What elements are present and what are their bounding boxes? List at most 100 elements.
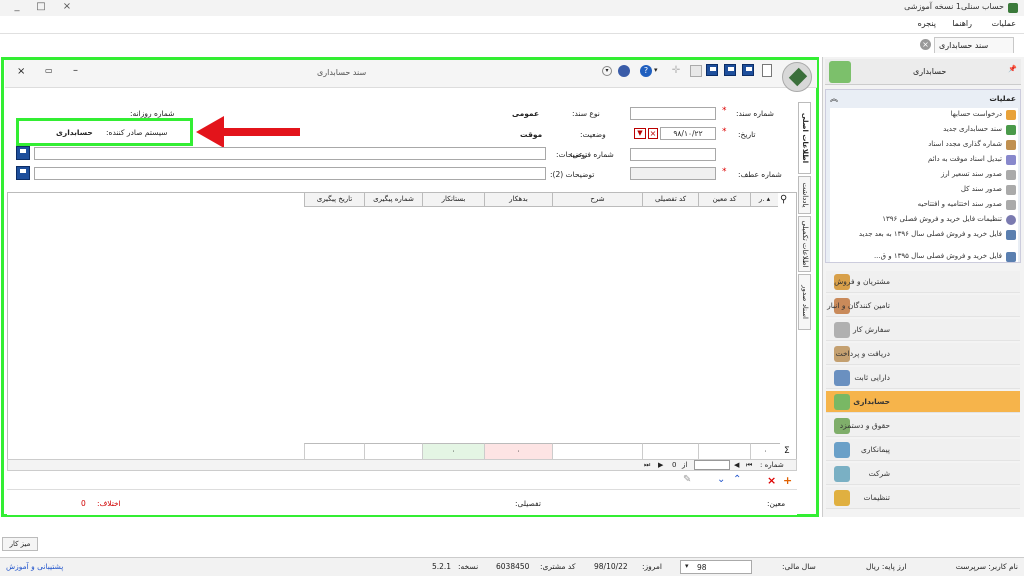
ops-item-request-accounts[interactable]: درخواست حسابها [832, 110, 1018, 120]
tab-issued-documents[interactable]: اسناد صدور [798, 274, 811, 330]
help-dropdown-icon[interactable]: ▾ [654, 66, 658, 74]
help-icon[interactable]: ? [640, 65, 652, 77]
description-input[interactable] [34, 147, 546, 160]
tab-accounting-voucher[interactable]: سند حسابداری [934, 37, 1014, 53]
grid-search-icon[interactable]: ⚲ [780, 194, 787, 205]
close-button[interactable]: × [60, 1, 74, 12]
maximize-button[interactable]: □ [34, 1, 48, 12]
sum-credit: ۰ [422, 443, 484, 459]
tab-label: سند حسابداری [939, 41, 989, 50]
ops-item-convert-permanent[interactable]: تبدیل اسناد موقت به دائم [832, 155, 1018, 165]
pager-page-input[interactable] [694, 460, 730, 470]
reference-number-input[interactable] [630, 167, 716, 180]
voucher-type-label: نوع سند: [572, 109, 600, 118]
add-row-icon[interactable]: + [783, 474, 792, 487]
nav-company[interactable]: شرکت [826, 463, 1020, 485]
pager-last-icon[interactable]: ⏭ [644, 461, 650, 470]
menu-window[interactable]: پنجره [918, 19, 936, 28]
description-save-icon[interactable] [16, 146, 30, 160]
pager-first-icon[interactable]: ⏮ [746, 461, 752, 470]
edit-row-icon[interactable]: ✎ [683, 474, 691, 485]
ops-item-icon [1006, 140, 1016, 150]
ops-item-general-voucher[interactable]: صدور سند کل [832, 185, 1018, 195]
ops-item-icon [1006, 155, 1016, 165]
column-tafsili-code[interactable]: کد تفصیلی [642, 193, 698, 207]
window-close-button[interactable]: × [17, 66, 25, 77]
voucher-number-input[interactable] [630, 107, 716, 120]
pin-icon[interactable]: 📌 [1008, 65, 1017, 73]
column-credit[interactable]: بستانکار [422, 193, 484, 207]
tab-close-icon[interactable]: × [920, 39, 931, 50]
tool-list-icon[interactable] [690, 65, 702, 77]
ops-item-seasonal-settings[interactable]: تنظیمات فایل خرید و فروش فصلی ۱۳۹۶ [832, 215, 1018, 225]
column-tracking-number[interactable]: شماره پیگیری [364, 193, 422, 207]
status-value: موقت [520, 130, 543, 139]
nav-settings[interactable]: تنظیمات [826, 487, 1020, 509]
nav-fixed-assets[interactable]: دارایی ثابت [826, 367, 1020, 389]
crosshair-icon[interactable]: ✛ [670, 65, 682, 77]
sub-number-input[interactable] [630, 148, 716, 161]
ops-item-icon [1006, 185, 1016, 195]
row-actions-bar: + × ⌃ ⌄ ✎ [7, 472, 797, 490]
ops-item-closing-opening[interactable]: صدور سند اختتامیه و افتتاحیه [832, 200, 1018, 210]
move-down-icon[interactable]: ⌄ [717, 474, 725, 485]
delete-row-icon[interactable]: × [767, 474, 776, 487]
sigma-icon: Σ [784, 446, 790, 456]
save-icon[interactable] [706, 64, 718, 76]
tab-desktop[interactable]: میز کار [2, 537, 38, 551]
minimize-button[interactable]: _ [10, 1, 24, 12]
nav-accounting[interactable]: حسابداری [826, 391, 1020, 413]
sidebar-header-icon [829, 61, 851, 83]
column-debit[interactable]: بدهکار [484, 193, 552, 207]
nav-suppliers-warehouse[interactable]: تامین کنندگان و انبار [826, 295, 1020, 317]
grid-body[interactable] [8, 208, 796, 442]
column-tracking-date[interactable]: تاریخ پیگیری [304, 193, 364, 207]
ops-item-icon [1006, 170, 1016, 180]
sum-description [552, 443, 642, 459]
nav-contracting[interactable]: پیمانکاری [826, 439, 1020, 461]
date-picker-icon[interactable]: ▼ [634, 128, 646, 139]
new-document-icon[interactable] [762, 64, 772, 77]
ops-item-seasonal-file-new[interactable]: فایل خرید و فروش فصلی سال ۱۳۹۶ به بعد جد… [832, 230, 1018, 240]
nav-customers-sales[interactable]: مشتریان و فروش [826, 271, 1020, 293]
menu-help[interactable]: راهنما [952, 19, 972, 28]
toolbar-settings-icon[interactable] [618, 65, 630, 77]
ops-item-new-voucher[interactable]: سند حسابداری جدید [832, 125, 1018, 135]
voucher-summary: معین: تفصیلی: اختلاف: 0 [7, 491, 797, 515]
description2-input[interactable] [34, 167, 546, 180]
tafsili-label: تفصیلی: [515, 499, 541, 508]
ops-item-seasonal-file-old[interactable]: فایل خرید و فروش فصلی سال ۱۳۹۵ و ق... [832, 252, 1018, 262]
ops-item-renumber[interactable]: شماره گذاری مجدد اسناد [832, 140, 1018, 150]
support-link[interactable]: پشتیبانی و آموزش [6, 562, 63, 571]
nav-receive-pay[interactable]: دریافت و پرداخت [826, 343, 1020, 365]
column-row-number[interactable]: ر. ▴ [750, 193, 778, 207]
app-logo-icon [782, 62, 812, 92]
daily-number-label: شماره روزانه: [130, 109, 175, 118]
voucher-type-value[interactable]: عمومی [512, 109, 539, 118]
pager-prev-icon[interactable]: ◀ [734, 461, 739, 469]
window-restore-button[interactable]: ▭ [45, 66, 53, 75]
date-input[interactable]: ۹۸/۱۰/۲۲ [660, 127, 716, 140]
description2-save-icon[interactable] [16, 166, 30, 180]
save-new-icon[interactable] [742, 64, 754, 76]
toolbar-dropdown-icon[interactable]: ▾ [602, 66, 612, 76]
save-as-icon[interactable] [724, 64, 736, 76]
window-minimize-button[interactable]: – [73, 65, 78, 76]
ops-collapse-icon[interactable]: ︽ [830, 93, 838, 104]
column-description[interactable]: شرح [552, 193, 642, 207]
ops-item-fx-voucher[interactable]: صدور سند تسعیر ارز [832, 170, 1018, 180]
fiscal-year-select[interactable]: 98 ▾ [680, 560, 752, 574]
date-clear-icon[interactable]: × [648, 128, 658, 139]
description2-label: توضیحات (2): [550, 170, 595, 179]
pager-next-icon[interactable]: ▶ [658, 461, 663, 469]
nav-work-orders[interactable]: سفارش کار [826, 319, 1020, 341]
sidebar-header-title: حسابداری [913, 67, 947, 76]
sum-debit: ۰ [484, 443, 552, 459]
contracting-icon [834, 442, 850, 458]
menu-bar: عملیات راهنما پنجره [0, 16, 1024, 34]
column-moein-code[interactable]: کد معین [698, 193, 750, 207]
move-up-icon[interactable]: ⌃ [733, 474, 741, 485]
nav-payroll[interactable]: حقوق و دستمزد [826, 415, 1020, 437]
menu-operations[interactable]: عملیات [992, 19, 1016, 28]
tab-extra-info[interactable]: اطلاعات تکمیلی [798, 216, 811, 272]
